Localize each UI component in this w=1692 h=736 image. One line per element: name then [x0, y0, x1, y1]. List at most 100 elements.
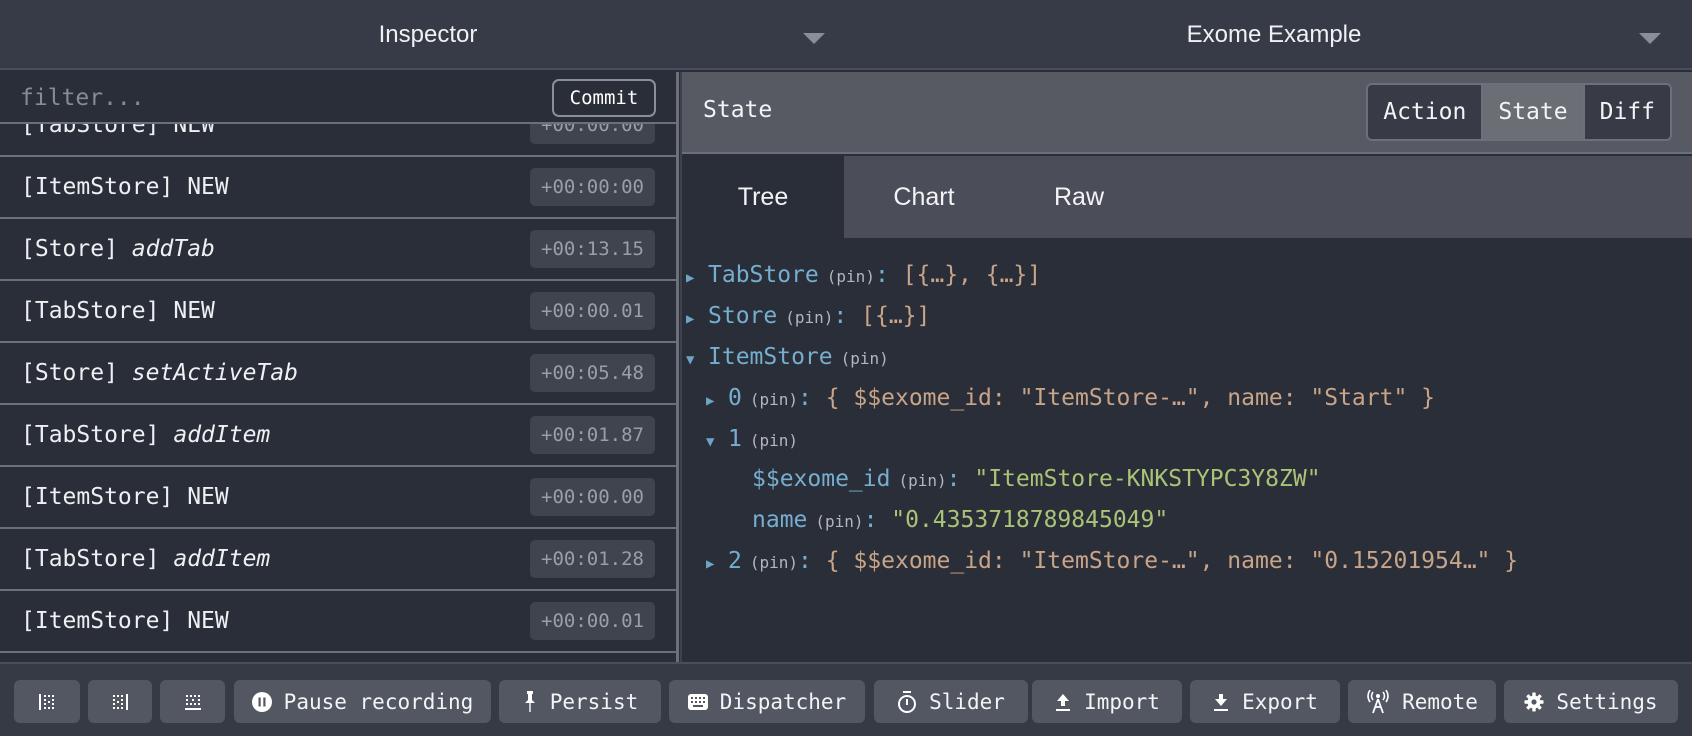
- import-button[interactable]: Import: [1032, 680, 1182, 723]
- action-item[interactable]: [TabStore] addItem +00:01.87: [0, 405, 676, 467]
- tree-node[interactable]: ▼ 1 (pin): [706, 426, 798, 452]
- action-store: [Store]: [21, 360, 118, 386]
- expand-arrow-icon[interactable]: ▶: [686, 270, 708, 286]
- pin-toggle[interactable]: (pin): [750, 431, 798, 450]
- button-label: Export: [1242, 689, 1318, 714]
- button-label: Import: [1084, 689, 1160, 714]
- tree-node[interactable]: ▶ 0 (pin): { $$exome_id: "ItemStore-…", …: [706, 385, 1435, 411]
- pin-toggle[interactable]: (pin): [827, 267, 875, 286]
- action-type: addItem: [173, 422, 271, 448]
- tree-preview: { $$exome_id: "ItemStore-…", name: "Star…: [825, 385, 1436, 411]
- pin-icon: [522, 690, 538, 714]
- action-type: setActiveTab: [131, 360, 298, 386]
- remote-button[interactable]: Remote: [1348, 680, 1496, 723]
- action-list-panel: [TabStore] NEW +00:00:00 [ItemStore] NEW…: [0, 72, 676, 662]
- pin-toggle[interactable]: (pin): [841, 349, 889, 368]
- action-store: [ItemStore]: [21, 608, 174, 634]
- pin-toggle[interactable]: (pin): [898, 471, 946, 490]
- commit-button[interactable]: Commit: [552, 79, 656, 117]
- action-time-badge: +00:05.48: [530, 354, 655, 392]
- collapse-arrow-icon[interactable]: ▼: [686, 352, 708, 368]
- tree-node[interactable]: ▶ TabStore (pin): [{…}, {…}]: [686, 262, 1041, 288]
- pin-toggle[interactable]: (pin): [750, 553, 798, 572]
- tree-node[interactable]: ▶ Store (pin): [{…}]: [686, 303, 930, 329]
- action-item[interactable]: [Store] setActiveTab +00:05.48: [0, 343, 676, 405]
- pin-toggle[interactable]: (pin): [815, 512, 863, 531]
- action-type: addTab: [131, 236, 215, 262]
- stopwatch-icon: [897, 690, 917, 713]
- collapse-arrow-icon[interactable]: ▼: [706, 434, 728, 450]
- chevron-down-icon[interactable]: [1639, 33, 1661, 44]
- button-label: Settings: [1556, 689, 1658, 714]
- dock-right-button[interactable]: [88, 680, 152, 723]
- tree-node[interactable]: ▶ 2 (pin): { $$exome_id: "ItemStore-…", …: [706, 548, 1518, 574]
- export-button[interactable]: Export: [1190, 680, 1340, 723]
- pause-circle-icon: [251, 691, 272, 712]
- app-header: Inspector Exome Example: [0, 0, 1692, 70]
- dock-left-icon: [37, 692, 57, 712]
- pin-toggle[interactable]: (pin): [750, 390, 798, 409]
- tab-raw[interactable]: Raw: [1004, 156, 1154, 238]
- display-tabs: Tree Chart Raw: [682, 156, 1692, 238]
- monitor-selector[interactable]: Inspector: [0, 0, 856, 70]
- action-item[interactable]: [ItemStore] NEW +00:00.00: [0, 467, 676, 529]
- dock-bottom-icon: [183, 692, 203, 712]
- action-item[interactable]: [ItemStore] NEW +00:00.01: [0, 591, 676, 653]
- action-type: NEW: [187, 484, 229, 510]
- tab-diff[interactable]: Diff: [1584, 85, 1670, 139]
- dispatcher-button[interactable]: Dispatcher: [669, 680, 865, 723]
- pause-recording-button[interactable]: Pause recording: [234, 680, 491, 723]
- button-label: Persist: [549, 689, 639, 714]
- tab-state[interactable]: State: [1483, 85, 1585, 139]
- tab-chart[interactable]: Chart: [844, 156, 1004, 238]
- tree-leaf: name (pin): "0.4353718789845049": [752, 507, 1169, 533]
- view-mode-switch: Action State Diff: [1366, 83, 1672, 141]
- pin-toggle[interactable]: (pin): [785, 308, 833, 327]
- inspector-header: State Action State Diff: [682, 72, 1692, 154]
- slider-button[interactable]: Slider: [874, 680, 1028, 723]
- persist-button[interactable]: Persist: [499, 680, 661, 723]
- tree-key: ItemStore: [708, 344, 833, 370]
- tree-key: 1: [728, 426, 742, 452]
- action-time-badge: +00:13.15: [530, 230, 655, 268]
- tree-preview: { $$exome_id: "ItemStore-…", name: "0.15…: [825, 548, 1519, 574]
- tree-key: $$exome_id: [752, 466, 891, 492]
- dock-left-button[interactable]: [14, 680, 80, 723]
- instance-selector[interactable]: Exome Example: [856, 0, 1692, 70]
- action-item[interactable]: [Store] addTab +00:13.15: [0, 219, 676, 281]
- action-item[interactable]: [TabStore] addItem +00:01.28: [0, 529, 676, 591]
- action-item[interactable]: [ItemStore] NEW +00:00:00: [0, 157, 676, 219]
- action-type: NEW: [187, 608, 229, 634]
- action-store: [ItemStore]: [21, 484, 174, 510]
- settings-button[interactable]: Settings: [1504, 680, 1678, 723]
- action-item[interactable]: [TabStore] NEW +00:00.01: [0, 281, 676, 343]
- tree-node[interactable]: ▼ ItemStore (pin): [686, 344, 889, 370]
- action-type: NEW: [187, 174, 229, 200]
- tab-action[interactable]: Action: [1368, 85, 1484, 139]
- action-time-badge: +00:01.87: [530, 416, 655, 454]
- inspector-panel: State Action State Diff Tree Chart Raw ▶…: [682, 72, 1692, 662]
- filter-input[interactable]: [8, 80, 538, 116]
- action-time-badge: +00:01.28: [530, 540, 655, 578]
- tree-key: TabStore: [708, 262, 819, 288]
- expand-arrow-icon[interactable]: ▶: [686, 311, 708, 327]
- expand-arrow-icon[interactable]: ▶: [706, 556, 728, 572]
- chevron-down-icon[interactable]: [803, 33, 825, 44]
- action-store: [TabStore]: [21, 298, 160, 324]
- panel-resize-handle[interactable]: [676, 72, 679, 662]
- action-store: [Store]: [21, 236, 118, 262]
- tree-key: 0: [728, 385, 742, 411]
- button-label: Pause recording: [283, 689, 474, 714]
- inspector-title: State: [703, 97, 773, 123]
- expand-arrow-icon[interactable]: ▶: [706, 393, 728, 409]
- action-time-badge: +00:00:00: [530, 168, 655, 206]
- tab-tree[interactable]: Tree: [682, 156, 844, 238]
- tree-value: "ItemStore-KNKSTYPC3Y8ZW": [974, 466, 1321, 492]
- bottom-toolbar: Pause recording Persist Dispatcher Slide…: [0, 662, 1692, 736]
- keyboard-icon: [687, 693, 708, 710]
- dock-bottom-button[interactable]: [160, 680, 225, 723]
- antenna-icon: [1366, 689, 1390, 714]
- dock-right-icon: [110, 692, 130, 712]
- gear-icon: [1524, 692, 1544, 712]
- action-store: [ItemStore]: [21, 174, 174, 200]
